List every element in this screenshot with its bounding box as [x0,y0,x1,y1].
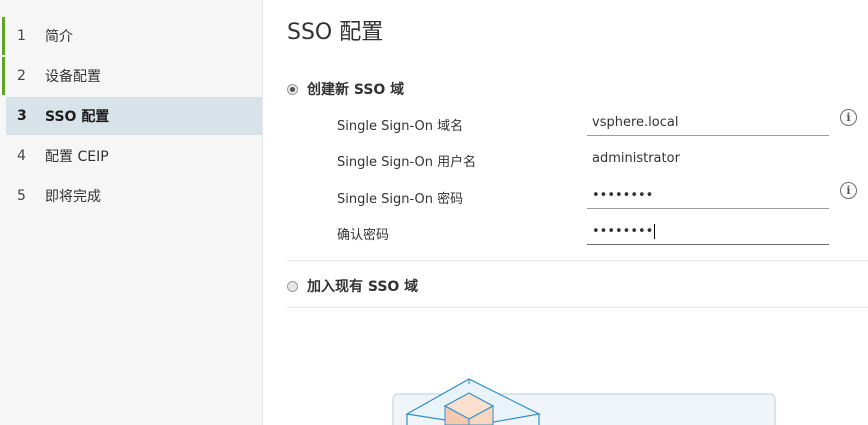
sso-password-value: •••••••• [592,188,654,203]
sso-username-text: administrator [592,151,680,166]
step-number: 4 [17,148,26,164]
text-cursor [654,224,656,239]
step-number: 1 [17,28,26,44]
step-number: 5 [17,188,26,204]
sso-domain-value: vsphere.local [592,115,679,130]
sso-username-label: Single Sign-On 用户名 [337,155,477,170]
radio-button-selected[interactable] [287,83,298,95]
step-ceip-config[interactable]: 4 配置 CEIP [6,137,262,175]
divider [287,307,868,308]
radio-button-unselected[interactable] [287,280,298,292]
option-label: 创建新 SSO 域 [307,82,405,98]
option-join-existing-sso-domain[interactable]: 加入现有 SSO 域 [287,276,418,296]
confirm-password-input[interactable]: •••••••• [587,221,829,245]
sso-illustration-graphic [392,378,776,425]
sso-password-label: Single Sign-On 密码 [337,192,464,207]
page-title: SSO 配置 [287,20,384,45]
step-ready-to-complete[interactable]: 5 即将完成 [6,177,262,215]
step-complete-indicator [2,17,5,55]
step-complete-indicator [2,57,5,95]
step-appliance-config[interactable]: 2 设备配置 [2,57,262,95]
step-label: 简介 [45,29,73,45]
option-create-new-sso-domain[interactable]: 创建新 SSO 域 [287,79,404,99]
sso-username-value: administrator [587,148,829,172]
divider [287,260,868,261]
info-icon[interactable]: i [840,109,857,126]
step-number: 2 [17,68,26,84]
confirm-password-value: •••••••• [592,224,654,239]
wizard-steps-sidebar: 1 简介 2 设备配置 3 SSO 配置 4 配置 CEIP 5 即将完成 [0,0,263,425]
step-sso-config[interactable]: 3 SSO 配置 [6,97,262,135]
step-number: 3 [17,108,27,124]
step-intro[interactable]: 1 简介 [2,17,262,55]
option-label: 加入现有 SSO 域 [307,279,419,295]
step-label: 设备配置 [45,69,101,85]
confirm-password-label: 确认密码 [337,228,390,243]
sso-domain-label: Single Sign-On 域名 [337,119,464,134]
step-label: SSO 配置 [45,109,110,125]
sso-password-input[interactable]: •••••••• [587,185,829,209]
sso-domain-input[interactable]: vsphere.local [587,112,829,136]
step-label: 配置 CEIP [45,149,109,165]
step-label: 即将完成 [45,189,101,205]
info-icon[interactable]: i [840,182,857,199]
